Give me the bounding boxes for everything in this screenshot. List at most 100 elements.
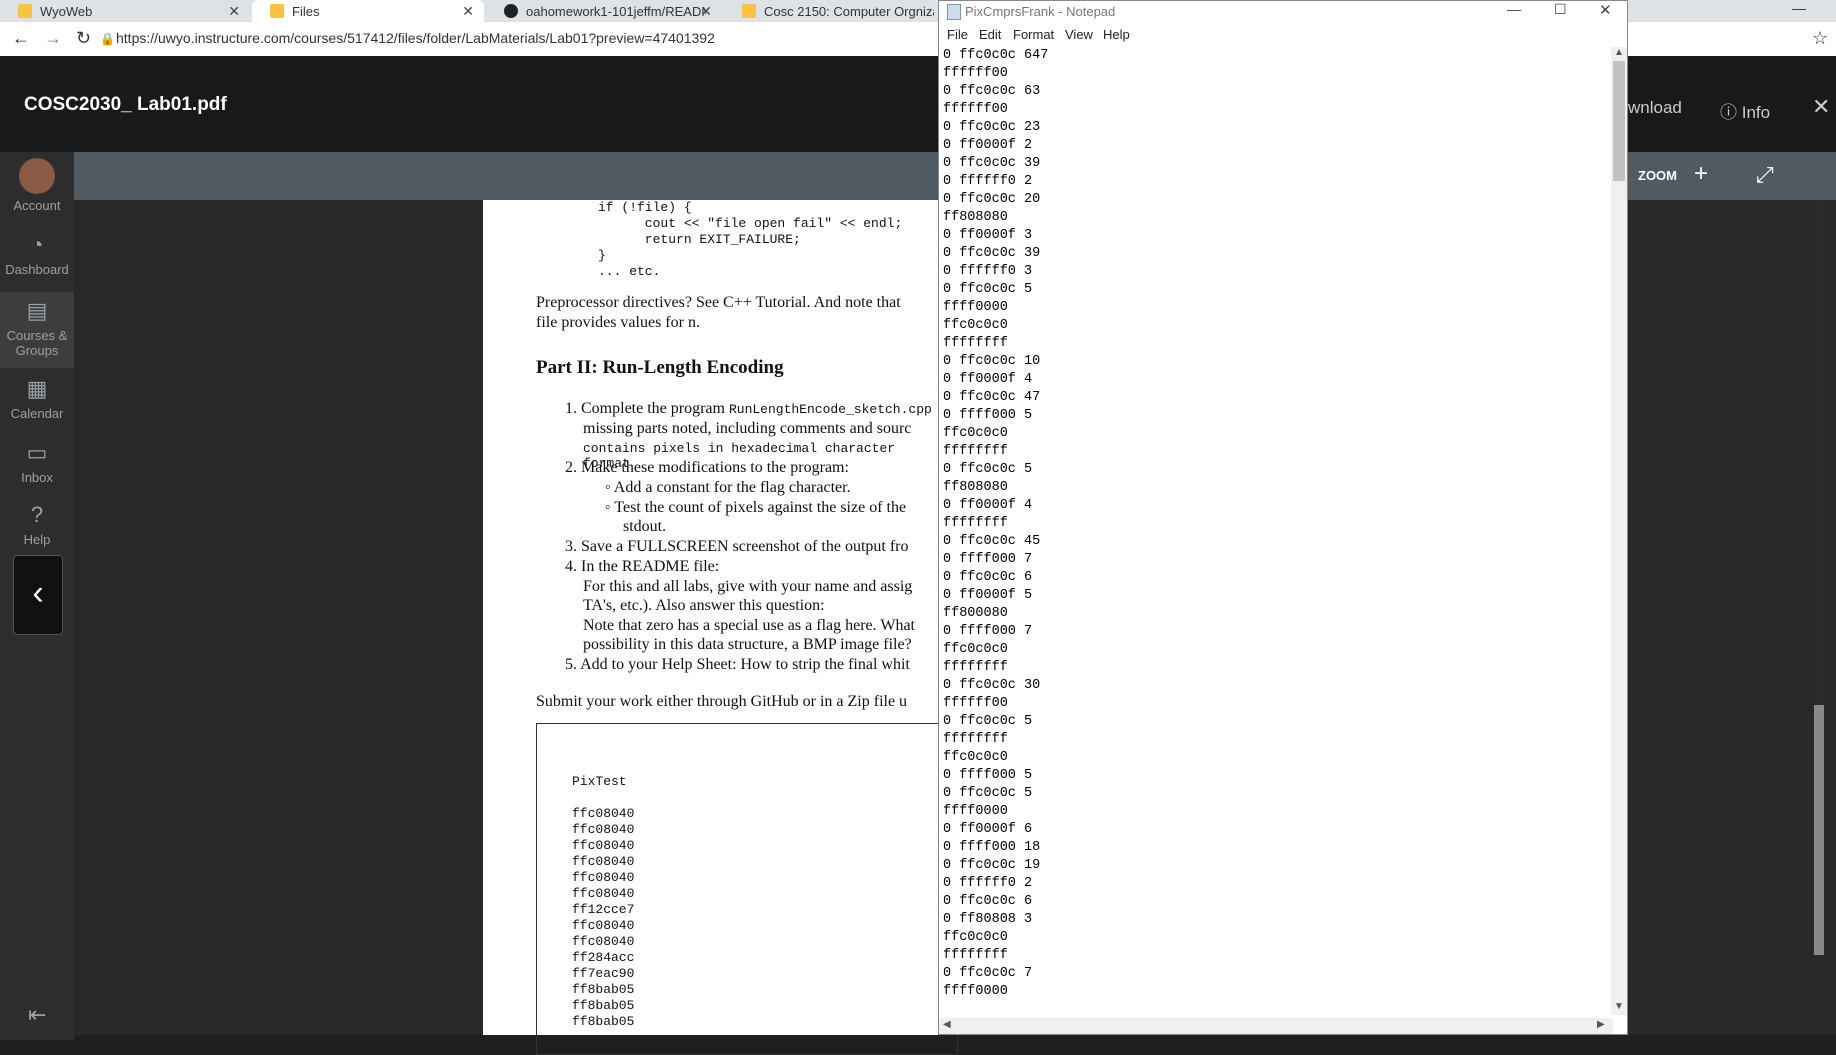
list-item: For this and all labs, give with your na… xyxy=(583,578,913,595)
notepad-line: 0 ffffff0 2 xyxy=(943,174,1033,189)
list-item: 3. Save a FULLSCREEN screenshot of the o… xyxy=(565,538,909,555)
collapse-panel-button[interactable]: ‹ xyxy=(13,555,63,635)
nav-calendar[interactable]: ▦ Calendar xyxy=(0,376,74,421)
zoom-in-button[interactable]: + xyxy=(1694,160,1708,188)
window-title: PixCmprsFrank - Notepad xyxy=(965,4,1116,19)
notepad-line: 0 ffc0c0c 5 xyxy=(943,282,1033,297)
info-button[interactable]: ⓘ Info xyxy=(1720,98,1770,123)
address-bar[interactable]: https://uwyo.instructure.com/courses/517… xyxy=(116,30,715,46)
download-button[interactable]: wnload xyxy=(1628,98,1682,118)
scroll-down-icon[interactable]: ▼ xyxy=(1614,1001,1624,1012)
maximize-icon[interactable]: ☐ xyxy=(1554,1,1567,18)
menu-format[interactable]: Format xyxy=(1013,27,1054,42)
list-item: missing parts noted, including comments … xyxy=(583,420,912,437)
notepad-line: ff808080 xyxy=(943,210,1008,225)
menu-help[interactable]: Help xyxy=(1103,27,1130,42)
bookmark-star-icon[interactable]: ☆ xyxy=(1812,28,1828,49)
nav-account[interactable]: Account xyxy=(0,158,74,213)
page-scrollbar[interactable] xyxy=(1812,200,1826,960)
notepad-text-area[interactable]: 0 ffc0c0c 647 ffffff00 0 ffc0c0c 63 ffffff0… xyxy=(943,47,1048,1001)
vertical-scrollbar[interactable]: ▲ ▼ xyxy=(1611,47,1627,1015)
close-preview-icon[interactable]: ✕ xyxy=(1812,94,1830,120)
minimize-icon[interactable]: — xyxy=(1507,1,1521,17)
close-icon[interactable]: ✕ xyxy=(1599,1,1612,19)
tab-wyoweb[interactable]: WyoWeb ✕ xyxy=(0,0,250,22)
notepad-line: ffc0c0c0 xyxy=(943,930,1008,945)
close-icon[interactable]: ✕ xyxy=(462,3,474,20)
notepad-line: ff808080 xyxy=(943,480,1008,495)
inbox-icon: ▭ xyxy=(26,440,48,465)
collapse-nav-icon[interactable]: ⇤ xyxy=(28,1002,46,1028)
horizontal-scrollbar[interactable]: ◀ ▶ xyxy=(939,1018,1613,1034)
back-icon[interactable]: ← xyxy=(12,28,30,49)
code-line: ... etc. xyxy=(598,264,661,279)
scroll-left-icon[interactable]: ◀ xyxy=(943,1019,951,1030)
output-lines: ffc08040 ffc08040 ffc08040 ffc08040 ffc08040… xyxy=(572,806,634,1030)
nav-help[interactable]: ? Help xyxy=(0,502,74,547)
nav-dashboard[interactable]: ◔ Dashboard xyxy=(0,232,74,277)
nav-courses[interactable]: ▤ Courses & Groups xyxy=(0,292,74,368)
nav-inbox[interactable]: ▭ Inbox xyxy=(0,440,74,485)
notepad-icon xyxy=(947,4,961,20)
output-line: ffc08040 xyxy=(572,822,635,837)
notepad-line: 0 ffc0c0c 10 xyxy=(943,354,1041,369)
notepad-line: ffffffff xyxy=(943,516,1008,531)
list-item: possibility in this data structure, a BM… xyxy=(583,636,912,653)
pdf-page: if (!file) { cout << "file open fail" <<… xyxy=(483,200,958,1055)
github-icon xyxy=(504,4,518,18)
menu-view[interactable]: View xyxy=(1065,27,1093,42)
notepad-line: 0 ff0000f 3 xyxy=(943,228,1033,243)
notepad-line: ffffffff xyxy=(943,948,1008,963)
scroll-thumb[interactable] xyxy=(1814,705,1824,955)
forward-icon[interactable]: → xyxy=(44,28,62,49)
code-line: } xyxy=(598,248,606,263)
tab-files[interactable]: Files ✕ xyxy=(252,0,484,22)
nav-label: Help xyxy=(23,532,51,547)
output-line: ff7eac90 xyxy=(572,966,635,981)
scroll-right-icon[interactable]: ▶ xyxy=(1597,1019,1605,1030)
notepad-line: 0 ffc0c0c 19 xyxy=(943,858,1041,873)
notepad-line: 0 ffc0c0c 6 xyxy=(943,570,1033,585)
help-icon: ? xyxy=(30,502,44,527)
tab-cosc2150[interactable]: Cosc 2150: Computer Orgnizati xyxy=(724,0,938,22)
notepad-line: 0 ff0000f 4 xyxy=(943,372,1033,387)
fullscreen-icon[interactable]: ⤢ xyxy=(1756,162,1774,188)
notepad-menu-bar: File Edit Format View Help xyxy=(939,23,1627,45)
nav-label: Inbox xyxy=(21,470,53,485)
reload-icon[interactable]: ↻ xyxy=(76,28,91,49)
notepad-line: 0 ffc0c0c 39 xyxy=(943,156,1041,171)
scroll-up-icon[interactable]: ▲ xyxy=(1614,47,1624,58)
wyo-logo-icon xyxy=(742,4,756,18)
notepad-line: 0 ffff000 18 xyxy=(943,840,1041,855)
output-line: ffc08040 xyxy=(572,838,635,853)
tab-label: Cosc 2150: Computer Orgnizati xyxy=(764,3,934,19)
list-item: 4. In the README file: xyxy=(565,558,720,575)
notepad-line: ffc0c0c0 xyxy=(943,318,1008,333)
nav-label: Courses & Groups xyxy=(6,328,68,358)
notepad-title-bar: PixCmprsFrank - Notepad — ☐ ✕ xyxy=(939,1,1627,23)
notepad-line: 0 ffc0c0c 30 xyxy=(943,678,1041,693)
notepad-line: ffffff00 xyxy=(943,696,1008,711)
list-item: 2. Make these modifications to the progr… xyxy=(565,459,849,476)
close-icon[interactable]: ✕ xyxy=(700,3,712,20)
output-box: PixTest ffc08040 ffc08040 ffc08040 ffc08040… xyxy=(536,723,958,1055)
close-icon[interactable]: ✕ xyxy=(228,3,240,20)
scroll-thumb[interactable] xyxy=(1613,61,1625,181)
minimize-icon[interactable]: — xyxy=(1792,0,1806,16)
program-name: RunLengthEncode_sketch.cpp xyxy=(728,402,932,417)
notepad-line: 0 ff0000f 2 xyxy=(943,138,1033,153)
output-line: ffc08040 xyxy=(572,886,635,901)
notepad-line: 0 ffff000 5 xyxy=(943,408,1033,423)
output-line: ff8bab05 xyxy=(572,1014,635,1029)
tab-github-readme[interactable]: oahomework1-101jeffm/READM ✕ xyxy=(486,0,722,22)
notepad-line: 0 ffc0c0c 20 xyxy=(943,192,1041,207)
notepad-line: 0 ffc0c0c 45 xyxy=(943,534,1041,549)
list-item: TA's, etc.). Also answer this question: xyxy=(583,597,825,614)
menu-edit[interactable]: Edit xyxy=(979,27,1001,42)
list-text: 1. Complete the program xyxy=(565,400,725,417)
notepad-line: ffffffff xyxy=(943,660,1008,675)
output-line: ff8bab05 xyxy=(572,982,635,997)
menu-file[interactable]: File xyxy=(947,27,968,42)
list-text: Add a constant for the flag character. xyxy=(613,479,851,496)
paragraph: Submit your work either through GitHub o… xyxy=(536,693,908,710)
